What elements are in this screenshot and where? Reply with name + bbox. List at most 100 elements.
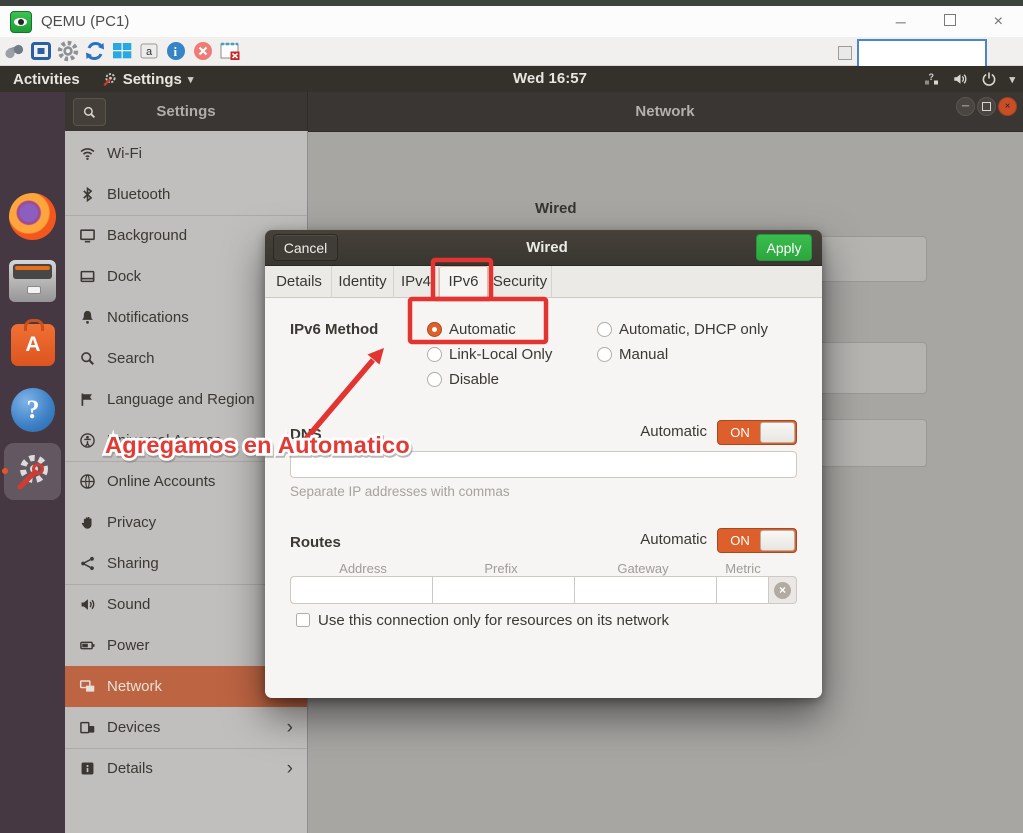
remove-route-button[interactable]: × xyxy=(769,577,796,603)
svg-text:i: i xyxy=(174,44,178,59)
info-icon[interactable]: i xyxy=(164,39,188,63)
route-metric-input[interactable] xyxy=(717,577,769,603)
maximize-button[interactable] xyxy=(977,97,996,116)
sidebar-item-devices[interactable]: Devices › xyxy=(65,707,307,748)
volume-icon[interactable] xyxy=(952,71,969,87)
sidebar-item-details[interactable]: Details › xyxy=(65,748,307,789)
sidebar-item-wifi[interactable]: Wi-Fi xyxy=(65,133,307,174)
routes-automatic-toggle[interactable]: ON xyxy=(717,528,797,553)
apply-button[interactable]: Apply xyxy=(756,234,812,261)
dialog-title: Wired xyxy=(338,239,756,256)
close-button[interactable]: × xyxy=(998,97,1017,116)
col-gateway: Gateway xyxy=(617,561,668,576)
svg-text:a: a xyxy=(146,46,153,58)
col-address: Address xyxy=(339,561,387,576)
help-icon[interactable]: ? xyxy=(11,388,55,432)
settings-app-icon xyxy=(102,72,117,87)
chevron-right-icon: › xyxy=(287,758,293,780)
ubuntu-software-icon[interactable]: A xyxy=(11,324,55,366)
universal-access-icon xyxy=(79,432,96,449)
dns-input[interactable] xyxy=(290,451,797,478)
network-status-icon: ? xyxy=(923,71,940,87)
ipv6-method-label: IPv6 Method xyxy=(290,321,378,338)
route-prefix-input[interactable] xyxy=(433,577,575,603)
radio-disable[interactable] xyxy=(427,372,442,387)
sidebar-item-label: Sharing xyxy=(107,555,159,572)
minimize-button[interactable]: ─ xyxy=(956,97,975,116)
search-button[interactable] xyxy=(73,98,106,126)
radio-automatic[interactable] xyxy=(427,322,442,337)
file-manager-icon[interactable] xyxy=(9,260,56,302)
sidebar-item-label: Details xyxy=(107,760,153,777)
tab-security[interactable]: Security xyxy=(489,266,552,298)
remove-display-icon[interactable] xyxy=(218,39,242,63)
chevron-right-icon: › xyxy=(287,717,293,739)
search-icon xyxy=(82,105,97,120)
dock: A ? xyxy=(0,92,65,833)
sidebar-item-label: Network xyxy=(107,678,162,695)
sidebar-item-label: Language and Region xyxy=(107,391,255,408)
radio-label[interactable]: Link-Local Only xyxy=(449,346,552,363)
routes-automatic-label: Automatic xyxy=(640,531,707,548)
dns-automatic-toggle[interactable]: ON xyxy=(717,420,797,445)
gear-wrench-icon xyxy=(11,450,55,494)
radio-label[interactable]: Automatic xyxy=(449,321,516,338)
remove-icon: × xyxy=(774,582,791,599)
console-icon[interactable] xyxy=(2,39,26,63)
tab-details[interactable]: Details xyxy=(267,266,332,298)
headerbar: Settings Network ─ × xyxy=(65,92,1023,132)
radio-label[interactable]: Manual xyxy=(619,346,668,363)
tab-identity[interactable]: Identity xyxy=(332,266,394,298)
language-flag-icon xyxy=(79,391,96,408)
chevron-down-icon[interactable]: ▾ xyxy=(1009,73,1015,86)
clock[interactable]: Wed 16:57 xyxy=(513,66,587,92)
refresh-icon[interactable] xyxy=(83,39,107,63)
restrict-connection-checkbox[interactable] xyxy=(296,613,310,627)
sidebar-item-label: Online Accounts xyxy=(107,473,215,490)
firefox-icon[interactable] xyxy=(9,193,56,240)
search-icon xyxy=(79,350,96,367)
route-address-input[interactable] xyxy=(291,577,433,603)
tab-ipv6[interactable]: IPv6 xyxy=(439,266,489,299)
sidebar-item-label: Search xyxy=(107,350,155,367)
devices-icon xyxy=(79,719,96,736)
radio-link-local[interactable] xyxy=(427,347,442,362)
restrict-connection-label[interactable]: Use this connection only for resources o… xyxy=(318,612,669,629)
radio-label[interactable]: Automatic, DHCP only xyxy=(619,321,768,338)
fullscreen-icon[interactable] xyxy=(29,39,53,63)
power-icon[interactable] xyxy=(981,71,997,87)
tab-ipv4[interactable]: IPv4 xyxy=(394,266,439,298)
close-icon[interactable]: × xyxy=(994,13,1003,31)
guest-display-box[interactable] xyxy=(857,39,987,69)
app-menu-label: Settings xyxy=(123,71,182,88)
running-indicator xyxy=(2,468,8,474)
network-icon xyxy=(79,678,96,695)
qemu-app-icon xyxy=(10,11,32,33)
disconnect-icon[interactable] xyxy=(191,39,215,63)
settings-dock-icon[interactable] xyxy=(4,443,61,500)
dialog-header: Cancel Wired Apply xyxy=(265,230,822,266)
screen: QEMU (PC1) ─ × xyxy=(0,0,1023,833)
app-menu[interactable]: Settings ▾ xyxy=(102,71,194,88)
radio-automatic-dhcp[interactable] xyxy=(597,322,612,337)
cancel-button[interactable]: Cancel xyxy=(273,234,338,261)
wifi-icon xyxy=(79,145,96,162)
route-gateway-input[interactable] xyxy=(575,577,717,603)
sidebar-item-label: Dock xyxy=(107,268,141,285)
radio-manual[interactable] xyxy=(597,347,612,362)
sidebar-item-label: Devices xyxy=(107,719,160,736)
activities-button[interactable]: Activities xyxy=(13,71,80,88)
radio-label[interactable]: Disable xyxy=(449,371,499,388)
page-title: Network xyxy=(307,92,1023,131)
wired-section-title: Wired xyxy=(535,200,577,217)
col-metric: Metric xyxy=(725,561,760,576)
maximize-icon[interactable] xyxy=(944,14,956,29)
sidebar-item-bluetooth[interactable]: Bluetooth xyxy=(65,174,307,215)
minimize-icon[interactable]: ─ xyxy=(896,14,906,30)
keyboard-key-icon[interactable]: a xyxy=(137,39,161,63)
col-prefix: Prefix xyxy=(484,561,517,576)
windows-icon[interactable] xyxy=(110,39,134,63)
gear-icon[interactable] xyxy=(56,39,80,63)
toolbar-widget[interactable] xyxy=(838,46,852,60)
background-icon xyxy=(79,227,96,244)
